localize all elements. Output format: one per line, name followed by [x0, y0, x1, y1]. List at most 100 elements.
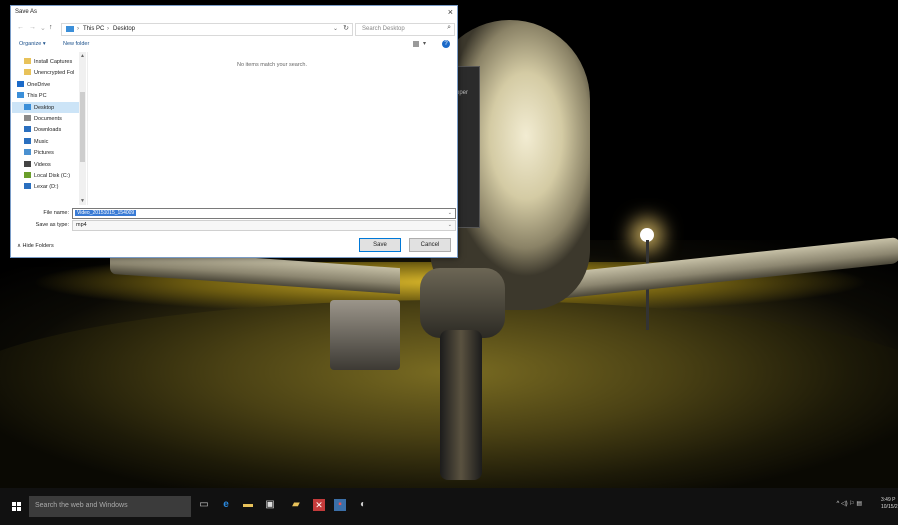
- nav-item-label: Unencrypted Fol: [34, 70, 75, 77]
- save-type-dropdown-icon[interactable]: ⌄: [448, 222, 452, 228]
- help-icon[interactable]: ?: [442, 40, 450, 48]
- nav-item-label: Local Disk (C:): [34, 173, 71, 179]
- nav-item[interactable]: Lexar (D:): [12, 181, 86, 192]
- app-tool-icon[interactable]: ◐: [357, 499, 369, 511]
- recent-dropdown-icon[interactable]: ⌄: [40, 24, 46, 32]
- nav-item-label: OneDrive: [27, 81, 51, 88]
- windows-logo-icon: [12, 507, 16, 511]
- downloads-icon: [24, 126, 31, 133]
- documents-icon: [24, 115, 31, 121]
- usb-drive-icon: [24, 183, 31, 190]
- pc-icon: [66, 26, 74, 32]
- music-icon: [24, 137, 31, 144]
- scrollbar-thumb[interactable]: [80, 92, 85, 162]
- nav-item[interactable]: Pictures: [12, 147, 86, 158]
- save-button[interactable]: Save: [359, 238, 401, 252]
- task-view-icon[interactable]: ▭: [198, 499, 210, 511]
- save-type-select[interactable]: mp4 ⌄: [72, 220, 456, 231]
- folder-app-icon[interactable]: ▰: [290, 499, 302, 511]
- back-arrow-icon[interactable]: ←: [17, 24, 24, 31]
- nav-item-label: Lexar (D:): [34, 184, 59, 191]
- dialog-title: Save As: [15, 9, 38, 15]
- videos-icon: [24, 160, 31, 167]
- address-bar: ← → ⌄ ↑ › This PC › Desktop ⌄ ↻ Search D…: [11, 21, 457, 37]
- file-name-dropdown-icon[interactable]: ⌄: [448, 210, 452, 216]
- breadcrumb-separator-icon: ›: [77, 26, 79, 32]
- clock[interactable]: 3:49 P 10/15/2: [881, 497, 898, 511]
- up-arrow-icon[interactable]: ↑: [49, 24, 53, 31]
- edge-browser-icon[interactable]: e: [220, 499, 232, 511]
- onedrive-icon: [17, 80, 24, 87]
- drone-landing-gear: [440, 330, 482, 480]
- system-tray-icons[interactable]: ^ ◁) ⚐ ▤: [837, 500, 862, 507]
- nav-item[interactable]: This PC: [12, 90, 86, 101]
- windows-logo-icon: [17, 502, 21, 506]
- dialog-titlebar[interactable]: Save As ×: [11, 6, 457, 20]
- taskbar: Search the web and Windows ▭ e ▬ ▣ ▰ ✕ ▪…: [0, 488, 898, 525]
- app-x-icon[interactable]: ✕: [313, 499, 325, 511]
- nav-item[interactable]: Videos: [12, 159, 86, 170]
- nav-item[interactable]: Unencrypted Fol: [12, 67, 86, 78]
- desktop-icon: [24, 103, 31, 110]
- search-icon: ⌕: [447, 24, 451, 31]
- breadcrumb-desktop[interactable]: Desktop: [113, 26, 135, 32]
- nav-scrollbar[interactable]: ▲ ▼: [79, 52, 86, 205]
- navigation-pane: Lexar (D:) Local Disk (C:) Videos Pictures M…: [12, 52, 86, 205]
- dialog-toolbar: Organize ▾ New folder ▾ ?: [11, 39, 457, 51]
- clock-time: 3:49 P: [881, 497, 896, 503]
- pictures-icon: [24, 149, 31, 156]
- scroll-up-icon[interactable]: ▲: [80, 53, 85, 59]
- nav-item[interactable]: Music: [12, 136, 86, 147]
- nav-item[interactable]: Install Captures: [12, 56, 86, 67]
- view-dropdown-icon[interactable]: ▾: [423, 40, 426, 47]
- cancel-button[interactable]: Cancel: [409, 238, 451, 252]
- nav-item-label: Pictures: [34, 150, 54, 157]
- save-type-value: mp4: [76, 222, 87, 228]
- nav-item[interactable]: Desktop: [12, 101, 86, 113]
- scroll-down-icon[interactable]: ▼: [80, 198, 85, 204]
- refresh-icon[interactable]: ↻: [343, 24, 349, 32]
- nav-item-label: Documents: [34, 116, 62, 122]
- windows-logo-icon: [17, 507, 21, 511]
- nav-item-label: This PC: [27, 93, 47, 100]
- path-box[interactable]: › This PC › Desktop ⌄ ↻: [61, 23, 353, 36]
- disk-icon: [24, 172, 31, 178]
- file-name-input[interactable]: Video_20151015_154009 ⌄: [72, 208, 456, 219]
- folder-icon: [24, 69, 31, 76]
- save-type-row: Save as type: mp4 ⌄: [11, 220, 457, 231]
- taskbar-search-box[interactable]: Search the web and Windows: [29, 496, 191, 517]
- search-input[interactable]: Search Desktop ⌕: [355, 23, 455, 36]
- breadcrumb-this-pc[interactable]: This PC: [83, 26, 104, 32]
- app-video-icon[interactable]: ▪: [334, 499, 346, 511]
- close-icon[interactable]: ×: [448, 7, 453, 17]
- ground-cart: [330, 300, 400, 370]
- taskbar-search-placeholder: Search the web and Windows: [35, 502, 128, 509]
- nav-item-label: Desktop: [34, 104, 55, 111]
- file-list-pane[interactable]: No items match your search.: [87, 52, 456, 205]
- hide-folders-button[interactable]: ∧ Hide Folders: [17, 243, 54, 249]
- path-dropdown-icon[interactable]: ⌄: [333, 25, 338, 32]
- file-name-label: File name:: [43, 210, 69, 216]
- new-folder-button[interactable]: New folder: [63, 41, 89, 47]
- nav-item[interactable]: Local Disk (C:): [12, 170, 86, 181]
- save-as-dialog: Save As × ← → ⌄ ↑ › This PC › Desktop ⌄ …: [10, 5, 458, 258]
- file-explorer-icon[interactable]: ▬: [242, 499, 254, 511]
- store-icon[interactable]: ▣: [264, 499, 276, 511]
- breadcrumb-separator-icon: ›: [107, 26, 109, 32]
- nav-item[interactable]: OneDrive: [12, 79, 86, 90]
- view-options-icon[interactable]: [413, 41, 419, 47]
- file-name-value: Video_20151015_154009: [75, 210, 137, 216]
- nav-item[interactable]: Downloads: [12, 124, 86, 135]
- folder-icon: [24, 58, 31, 64]
- nav-item-label: Music: [34, 138, 49, 145]
- clock-date: 10/15/2: [881, 504, 898, 510]
- save-type-label: Save as type:: [35, 222, 69, 228]
- start-button[interactable]: [12, 502, 21, 511]
- empty-results-message: No items match your search.: [237, 62, 307, 68]
- forward-arrow-icon[interactable]: →: [29, 24, 36, 31]
- search-placeholder: Search Desktop: [362, 26, 405, 32]
- organize-button[interactable]: Organize ▾: [19, 41, 46, 47]
- nav-item[interactable]: Documents: [12, 113, 86, 124]
- windows-logo-icon: [12, 502, 16, 506]
- nav-item-label: Downloads: [34, 127, 62, 134]
